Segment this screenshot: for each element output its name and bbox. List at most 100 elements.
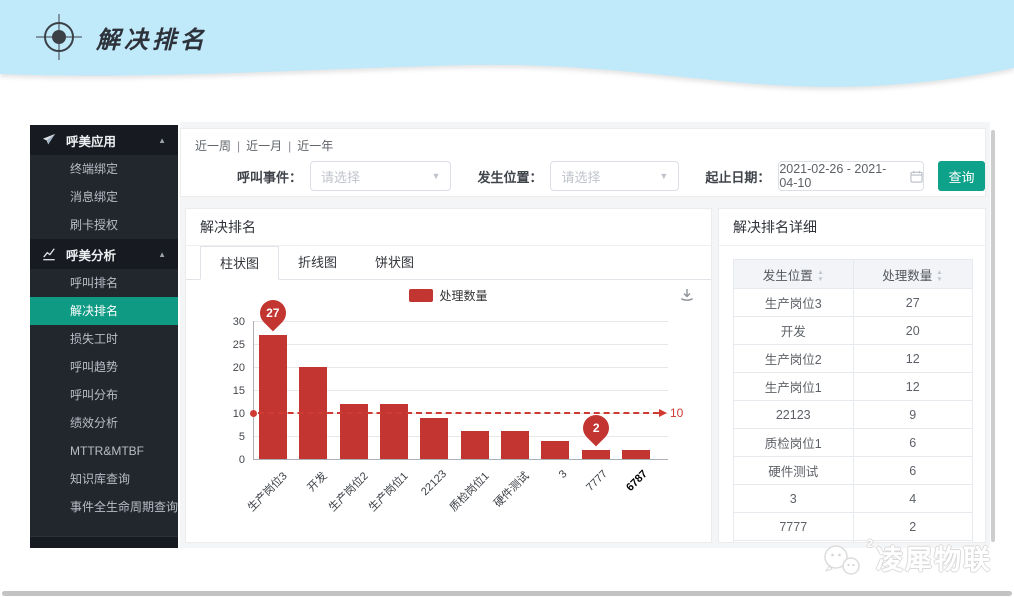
bar[interactable] <box>501 431 529 459</box>
legend-label[interactable]: 处理数量 <box>439 287 487 304</box>
quick-range-separator: | <box>288 139 291 153</box>
quick-range-link[interactable]: 近一月 <box>246 139 282 153</box>
location-select[interactable]: 请选择 ▼ <box>550 161 679 191</box>
sidebar-section-header[interactable]: 呼美应用 ▲ <box>30 125 178 155</box>
table-cell: 12 <box>853 373 973 401</box>
table-cell: 27 <box>853 289 973 317</box>
sidebar-item[interactable]: 呼叫分布 <box>30 381 178 409</box>
sidebar-section-header[interactable]: 呼美分析▲ <box>30 239 178 269</box>
quick-range-group: 近一周|近一月|近一年 <box>195 137 333 154</box>
sidebar-section-label: 呼美分析 <box>66 245 116 264</box>
location-placeholder: 请选择 <box>561 167 659 186</box>
bar-chart: 051015202530生产岗位3开发生产岗位2生产岗位122123质检岗位1硬… <box>186 309 713 544</box>
crosshair-logo-icon <box>36 14 82 60</box>
page-title: 解决排名 <box>96 20 208 55</box>
table-panel-title: 解决排名详细 <box>719 209 985 246</box>
table-row: 硬件测试6 <box>734 457 973 485</box>
watermark-badge: 2 <box>867 538 873 550</box>
table-column-header[interactable]: 处理数量▲▼ <box>853 260 973 289</box>
markline-arrow-icon <box>659 409 667 417</box>
quick-range-link[interactable]: 近一年 <box>297 139 333 153</box>
sidebar-item[interactable]: 知识库查询 <box>30 465 178 493</box>
sort-icon[interactable]: ▲▼ <box>817 269 824 283</box>
markline-value-label: 10 <box>670 406 683 420</box>
sidebar-section-label: 呼美应用 <box>66 131 116 150</box>
table-cell: 9 <box>853 401 973 429</box>
legend-swatch <box>409 289 433 302</box>
x-axis-category-label: 生产岗位2 <box>324 468 371 515</box>
y-axis-tick-label: 0 <box>207 454 245 466</box>
chart-type-tab[interactable]: 柱状图 <box>200 246 279 280</box>
date-range-value: 2021-02-26 - 2021-04-10 <box>779 162 904 190</box>
date-range-input[interactable]: 2021-02-26 - 2021-04-10 <box>778 161 924 191</box>
y-axis-tick-label: 20 <box>207 362 245 374</box>
table-cell: 质检岗位1 <box>734 429 854 457</box>
bar[interactable] <box>582 450 610 459</box>
table-column-header[interactable]: 发生位置▲▼ <box>734 260 854 289</box>
bar[interactable] <box>461 431 489 459</box>
sidebar-item[interactable]: 解决排名 <box>30 297 178 325</box>
table-header-row: 发生位置▲▼处理数量▲▼ <box>734 260 973 289</box>
table-row: 生产岗位327 <box>734 289 973 317</box>
bar[interactable] <box>259 335 287 459</box>
table-cell: 4 <box>853 485 973 513</box>
caret-up-icon: ▲ <box>158 136 166 145</box>
bottom-edge <box>2 591 1012 596</box>
sidebar-item[interactable]: 消息绑定 <box>30 183 178 211</box>
table-body: 生产岗位327开发20生产岗位212生产岗位112221239质检岗位16硬件测… <box>734 289 973 544</box>
table-cell: 12 <box>853 345 973 373</box>
quick-range-link[interactable]: 近一周 <box>195 139 231 153</box>
vertical-scrollbar[interactable] <box>991 130 995 542</box>
search-button[interactable]: 查询 <box>938 161 985 191</box>
chart-tabs: 柱状图折线图饼状图 <box>186 246 711 280</box>
filter-row: 呼叫事件： 请选择 ▼ 发生位置： 请选择 ▼ 起止日期： 2021-02-26… <box>181 161 985 191</box>
date-range-label: 起止日期： <box>705 167 770 186</box>
markpoint-pin: 2 <box>577 409 614 446</box>
table-cell: 6 <box>853 429 973 457</box>
call-event-select[interactable]: 请选择 ▼ <box>310 161 451 191</box>
line-chart-icon <box>42 247 57 262</box>
calendar-icon <box>910 170 923 183</box>
sidebar-item[interactable]: 绩效分析 <box>30 409 178 437</box>
sidebar-item[interactable]: 事件全生命周期查询 <box>30 493 178 521</box>
bar[interactable] <box>420 418 448 459</box>
sidebar-menu: 呼美应用 ▲ 终端绑定消息绑定刷卡授权呼美分析▲呼叫排名解决排名损失工时呼叫趋势呼叫… <box>30 125 178 521</box>
chart-type-tab[interactable]: 饼状图 <box>356 246 433 279</box>
table-cell: 2 <box>853 513 973 541</box>
call-event-placeholder: 请选择 <box>321 167 432 186</box>
sidebar-item[interactable]: MTTR&MTBF <box>30 437 178 465</box>
sort-icon[interactable]: ▲▼ <box>936 269 943 283</box>
table-cell: 20 <box>853 317 973 345</box>
x-axis-category-label: 质检岗位1 <box>445 468 492 515</box>
location-label: 发生位置： <box>477 167 542 186</box>
sidebar-item[interactable]: 损失工时 <box>30 325 178 353</box>
sidebar-item[interactable]: 呼叫趋势 <box>30 353 178 381</box>
chart-type-tab[interactable]: 折线图 <box>279 246 356 279</box>
gridline <box>253 344 668 345</box>
bar[interactable] <box>622 450 650 459</box>
x-axis-category-label: 3 <box>557 468 570 481</box>
sidebar-item[interactable]: 终端绑定 <box>30 155 178 183</box>
y-axis-tick-label: 25 <box>207 339 245 351</box>
x-axis-category-label: 生产岗位1 <box>365 468 412 515</box>
table-row: 质检岗位16 <box>734 429 973 457</box>
chart-panel: 解决排名 柱状图折线图饼状图 处理数量 051015202530生产岗位3开发生… <box>185 208 712 543</box>
y-axis-tick-label: 5 <box>207 431 245 443</box>
filter-bar: 近一周|近一月|近一年 呼叫事件： 请选择 ▼ 发生位置： 请选择 ▼ 起止日期… <box>180 128 986 197</box>
chat-bubbles-icon <box>820 541 864 577</box>
x-axis-category-label: 开发 <box>304 468 331 495</box>
page-header-banner: 解决排名 <box>0 0 1014 96</box>
download-icon[interactable] <box>679 287 695 303</box>
table-row: 77772 <box>734 513 973 541</box>
watermark: 2 凌犀物联 <box>820 538 992 577</box>
bar[interactable] <box>541 441 569 459</box>
sidebar-item[interactable]: 呼叫排名 <box>30 269 178 297</box>
table-cell: 生产岗位2 <box>734 345 854 373</box>
table-cell: 22123 <box>734 401 854 429</box>
table-cell: 7777 <box>734 513 854 541</box>
sidebar-item[interactable]: 刷卡授权 <box>30 211 178 239</box>
x-axis-category-label: 硬件测试 <box>490 468 532 510</box>
table-cell: 生产岗位1 <box>734 373 854 401</box>
y-axis-line <box>253 321 254 459</box>
y-axis-tick-label: 10 <box>207 408 245 420</box>
